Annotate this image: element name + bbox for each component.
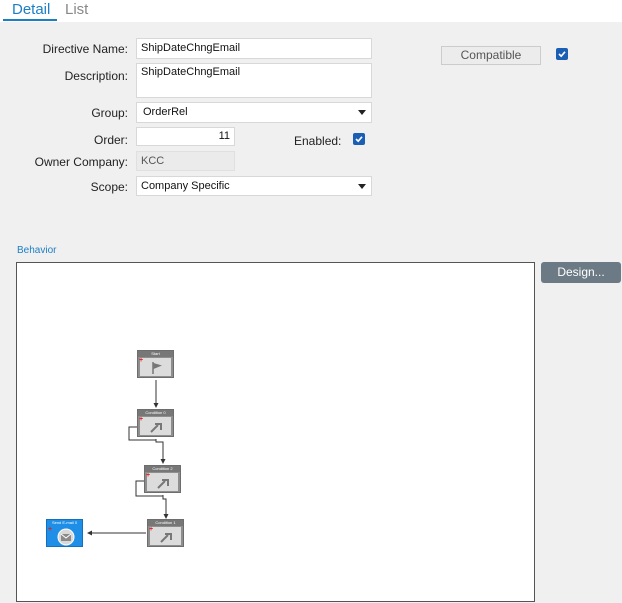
directive-name-input[interactable]: ShipDateChngEmail: [136, 38, 372, 59]
condition-icon: [157, 479, 169, 489]
email-icon: [57, 528, 75, 546]
order-input[interactable]: 11: [136, 127, 235, 146]
scope-select[interactable]: Company Specific: [136, 176, 372, 196]
group-label: Group:: [91, 106, 128, 120]
workflow-node-send-email-0[interactable]: Send E-mail 0 +: [46, 519, 83, 547]
workflow-node-condition-0[interactable]: Condition 0 +: [137, 409, 174, 437]
plus-icon: +: [139, 357, 144, 364]
node-title: Condition 2: [145, 466, 180, 472]
tab-detail-underline: [3, 19, 57, 21]
chevron-down-icon: [358, 110, 366, 115]
owner-company-field: KCC: [136, 151, 235, 171]
tab-bar: Detail List: [0, 0, 622, 22]
chevron-down-icon: [358, 184, 366, 189]
description-label: Description:: [64, 69, 128, 83]
workflow-connectors: [87, 380, 169, 536]
plus-icon: +: [149, 526, 154, 533]
workflow-node-condition-1[interactable]: Condition 1 +: [147, 519, 184, 547]
tab-list[interactable]: List: [65, 1, 88, 19]
flag-icon: [152, 362, 162, 374]
condition-icon: [160, 533, 172, 543]
plus-icon: +: [48, 526, 53, 533]
description-textarea[interactable]: ShipDateChngEmail: [136, 63, 372, 98]
plus-icon: +: [139, 416, 144, 423]
directive-name-label: Directive Name:: [42, 42, 128, 56]
owner-company-label: Owner Company:: [34, 155, 128, 169]
node-title: Condition 1: [148, 520, 183, 526]
node-title: Start: [138, 351, 173, 357]
condition-icon: [150, 423, 162, 433]
group-select-value: OrderRel: [143, 106, 188, 118]
tab-detail[interactable]: Detail: [12, 1, 50, 19]
behavior-canvas[interactable]: Start + Condition 0 + Condition 2 + Cond…: [16, 262, 535, 602]
order-label: Order:: [93, 133, 128, 147]
enabled-checkbox[interactable]: [353, 133, 365, 145]
node-title: Condition 0: [138, 410, 173, 416]
checkmark-icon: [558, 51, 566, 58]
scope-label: Scope:: [90, 180, 128, 194]
scope-select-value: Company Specific: [141, 180, 230, 192]
node-title: Send E-mail 0: [47, 520, 82, 526]
workflow-node-start[interactable]: Start +: [137, 350, 174, 378]
plus-icon: +: [146, 472, 151, 479]
compatible-checkbox[interactable]: [556, 48, 568, 60]
enabled-label: Enabled:: [294, 134, 342, 148]
design-button[interactable]: Design...: [541, 262, 621, 283]
workflow-node-condition-2[interactable]: Condition 2 +: [144, 465, 181, 493]
compatible-button[interactable]: Compatible: [441, 46, 541, 65]
group-select[interactable]: OrderRel: [136, 102, 372, 123]
checkmark-icon: [355, 136, 363, 143]
behavior-label: Behavior: [17, 245, 57, 256]
